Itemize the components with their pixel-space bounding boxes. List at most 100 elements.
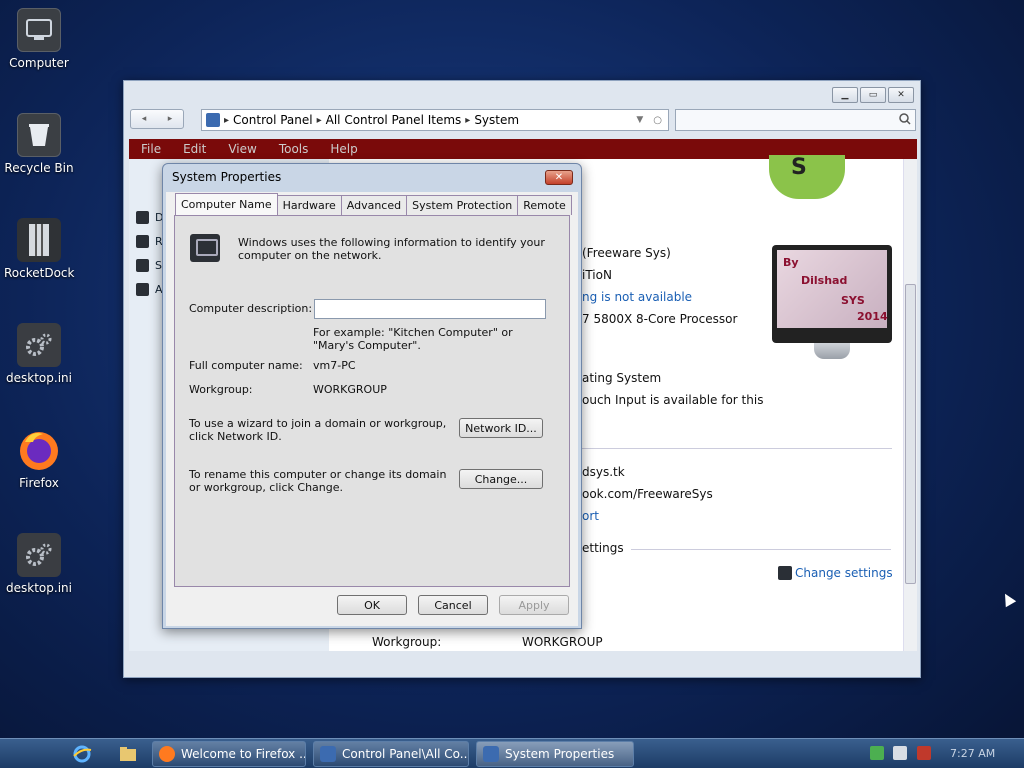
workgroup-value: WORKGROUP [313, 383, 387, 396]
left-pane-item[interactable]: A [136, 283, 163, 296]
settings-file-icon [17, 533, 61, 577]
system-type-value: ating System [582, 371, 662, 385]
facebook-value: ook.com/FreewareSys [582, 487, 713, 501]
internet-explorer-icon[interactable] [72, 744, 92, 764]
forward-button[interactable]: ▸ [157, 110, 183, 128]
left-pane-item[interactable]: S [136, 259, 162, 272]
desktop-icon-firefox[interactable]: Firefox [4, 428, 74, 490]
divider [582, 448, 892, 449]
search-icon [899, 112, 911, 128]
workgroup-value: WORKGROUP [522, 635, 603, 649]
tab-advanced[interactable]: Advanced [340, 195, 408, 215]
rating-link[interactable]: ng is not available [582, 290, 692, 304]
shield-icon [136, 211, 149, 224]
rename-text: To rename this computer or change its do… [189, 468, 447, 494]
workgroup-label: Workgroup: [189, 383, 253, 396]
android-logo: S [769, 155, 845, 199]
breadcrumb-item[interactable]: Control Panel [233, 113, 313, 127]
network-id-button[interactable]: Network ID... [459, 418, 543, 438]
shield-icon [136, 235, 149, 248]
full-name-value: vm7-PC [313, 359, 356, 372]
ok-button[interactable]: OK [337, 595, 407, 615]
tab-remote[interactable]: Remote [517, 195, 572, 215]
breadcrumb-separator: ▸ [224, 114, 230, 126]
computer-description-input[interactable] [314, 299, 546, 319]
search-input[interactable] [675, 109, 916, 131]
change-button[interactable]: Change... [459, 469, 543, 489]
desktop-icon-label: desktop.ini [6, 581, 72, 595]
maximize-button[interactable]: ▭ [860, 87, 886, 103]
dialog-title: System Properties [172, 170, 282, 184]
monitor-stand [814, 343, 850, 359]
recycle-bin-icon [17, 113, 61, 157]
divider [631, 549, 891, 550]
wizard-text: To use a wizard to join a domain or work… [189, 417, 447, 443]
taskbar-button-control-panel[interactable]: Control Panel\All Co... [313, 741, 469, 767]
back-button[interactable]: ◂ [131, 110, 157, 128]
tab-strip: Computer Name Hardware Advanced System P… [175, 193, 572, 215]
desktop-icon-label: Firefox [19, 476, 59, 490]
settings-file-icon [17, 323, 61, 367]
desktop-icon-recycle-bin[interactable]: Recycle Bin [4, 113, 74, 175]
menu-help[interactable]: Help [330, 142, 357, 156]
cancel-button[interactable]: Cancel [418, 595, 488, 615]
dialog-close-button[interactable]: ✕ [545, 170, 573, 185]
desktop-icon-label: RocketDock [4, 266, 75, 280]
rocketdock-icon [17, 218, 61, 262]
refresh-icon[interactable]: ○ [653, 115, 662, 126]
scrollbar-thumb[interactable] [905, 284, 916, 584]
tab-computer-name[interactable]: Computer Name [175, 193, 278, 215]
shield-icon [136, 283, 149, 296]
edition-value: iTioN [582, 268, 612, 282]
desktop-icon-label: Recycle Bin [4, 161, 74, 175]
window-controls: ▁ ▭ ✕ [832, 87, 914, 103]
left-pane-item[interactable]: R [136, 235, 163, 248]
control-panel-icon [206, 113, 220, 127]
left-pane-item[interactable]: D [136, 211, 163, 224]
taskbar-clock[interactable]: 7:27 AM [950, 747, 995, 760]
breadcrumb-item[interactable]: System [474, 113, 519, 127]
breadcrumb-item[interactable]: All Control Panel Items [326, 113, 462, 127]
dropdown-arrow-icon[interactable]: ▼ [636, 115, 643, 125]
folder-icon[interactable] [118, 744, 138, 764]
taskbar-button-system-properties[interactable]: System Properties [476, 741, 634, 767]
change-settings-link[interactable]: Change settings [778, 566, 893, 580]
minimize-button[interactable]: ▁ [832, 87, 858, 103]
menu-edit[interactable]: Edit [183, 142, 206, 156]
shield-icon [778, 566, 792, 580]
dialog-body: Computer Name Hardware Advanced System P… [166, 192, 578, 626]
description-label: Computer description: [189, 302, 313, 315]
action-center-icon[interactable] [870, 746, 884, 760]
desktop-icon-rocketdock[interactable]: RocketDock [4, 218, 74, 280]
taskbar: Welcome to Firefox ... Control Panel\All… [0, 738, 1024, 768]
desktop-icon-desktop-ini-2[interactable]: desktop.ini [4, 533, 74, 595]
settings-header: ettings [582, 541, 624, 555]
full-name-label: Full computer name: [189, 359, 303, 372]
desktop-icon-computer[interactable]: Computer [4, 8, 74, 70]
desktop-icon-desktop-ini-1[interactable]: desktop.ini [4, 323, 74, 385]
address-bar[interactable]: ▸ Control Panel ▸ All Control Panel Item… [201, 109, 669, 131]
close-button[interactable]: ✕ [888, 87, 914, 103]
manufacturer-value: (Freeware Sys) [582, 246, 671, 260]
intro-text: Windows uses the following information t… [238, 236, 545, 262]
breadcrumb-separator: ▸ [465, 114, 471, 126]
menu-view[interactable]: View [228, 142, 256, 156]
tab-system-protection[interactable]: System Protection [406, 195, 519, 215]
vertical-scrollbar[interactable] [903, 159, 917, 651]
menu-tools[interactable]: Tools [279, 142, 309, 156]
desktop-icon-label: Computer [9, 56, 69, 70]
system-properties-icon [483, 746, 499, 762]
network-icon[interactable] [893, 746, 907, 760]
workgroup-label: Workgroup: [372, 635, 442, 649]
website-value: dsys.tk [582, 465, 625, 479]
apply-button[interactable]: Apply [499, 595, 569, 615]
taskbar-button-firefox[interactable]: Welcome to Firefox ... [152, 741, 306, 767]
system-properties-dialog: System Properties ✕ Computer Name Hardwa… [162, 163, 582, 629]
menu-file[interactable]: File [141, 142, 161, 156]
volume-muted-icon[interactable] [917, 746, 931, 760]
oem-logo: By Dilshad SYS 2014 [772, 245, 892, 359]
example-text: For example: "Kitchen Computer" or "Mary… [313, 326, 513, 352]
mouse-cursor-icon [999, 590, 1017, 608]
support-link[interactable]: ort [582, 509, 599, 523]
tab-hardware[interactable]: Hardware [276, 195, 342, 215]
